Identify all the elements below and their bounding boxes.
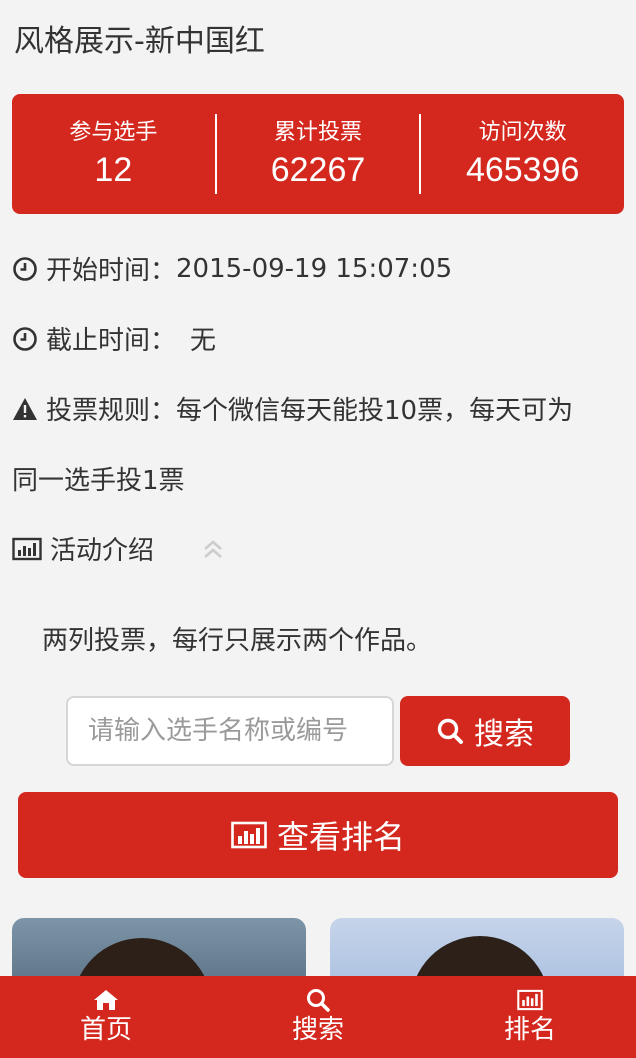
warning-icon	[12, 396, 38, 422]
view-ranking-label: 查看排名	[276, 818, 405, 856]
rules-label: 投票规则：	[46, 396, 177, 426]
rules-continuation: 同一选手投1票	[12, 466, 185, 496]
tab-home[interactable]: 首页	[0, 976, 212, 1058]
clock-icon	[12, 256, 38, 282]
search-icon	[437, 718, 463, 744]
tab-ranking[interactable]: 排名	[424, 976, 636, 1058]
end-time-value: 无	[190, 326, 217, 356]
stat-value: 465396	[465, 151, 580, 189]
end-time-label: 截止时间：	[46, 326, 177, 356]
search-button-label: 搜索	[474, 717, 534, 752]
stat-total-votes: 累计投票 62267	[214, 114, 420, 194]
stat-label: 访问次数	[478, 120, 567, 145]
bar-chart-icon	[231, 821, 267, 849]
stat-label: 累计投票	[274, 120, 363, 145]
intro-text: 两列投票，每行只展示两个作品。	[42, 626, 433, 656]
start-time-value: 2015-09-19 15:07:05	[176, 253, 453, 284]
stats-panel: 参与选手 12 累计投票 62267 访问次数 465396	[12, 94, 624, 214]
search-icon	[307, 989, 330, 1012]
stat-value: 62267	[270, 151, 366, 189]
search-button[interactable]: 搜索	[400, 696, 570, 766]
intro-label: 活动介绍	[50, 536, 155, 566]
stat-participants: 参与选手 12	[12, 114, 215, 194]
start-time-label: 开始时间：	[46, 256, 177, 286]
bottom-tab-bar: 首页 搜索 排名	[0, 976, 636, 1058]
chevron-double-up-icon[interactable]	[200, 536, 226, 562]
start-time-row: 开始时间： 2015-09-19 15:07:05	[12, 250, 452, 287]
bar-chart-icon	[12, 536, 42, 562]
home-icon	[94, 990, 118, 1010]
page-title: 风格展示-新中国红	[14, 24, 265, 59]
view-ranking-button[interactable]: 查看排名	[18, 792, 618, 878]
intro-toggle[interactable]: 活动介绍	[12, 530, 154, 567]
tab-search[interactable]: 搜索	[212, 976, 424, 1058]
tab-label: 搜索	[291, 1015, 344, 1045]
tab-label: 排名	[503, 1015, 556, 1045]
rules-value: 每个微信每天能投10票，每天可为	[176, 396, 574, 426]
clock-icon	[12, 326, 38, 352]
stat-value: 12	[94, 151, 133, 189]
end-time-row: 截止时间： 无	[12, 320, 216, 357]
search-input[interactable]	[66, 696, 394, 766]
bar-chart-icon	[517, 989, 543, 1011]
tab-label: 首页	[79, 1015, 132, 1045]
stat-label: 参与选手	[69, 120, 158, 145]
rules-row: 投票规则： 每个微信每天能投10票，每天可为	[12, 390, 573, 427]
stat-visits: 访问次数 465396	[419, 114, 624, 194]
